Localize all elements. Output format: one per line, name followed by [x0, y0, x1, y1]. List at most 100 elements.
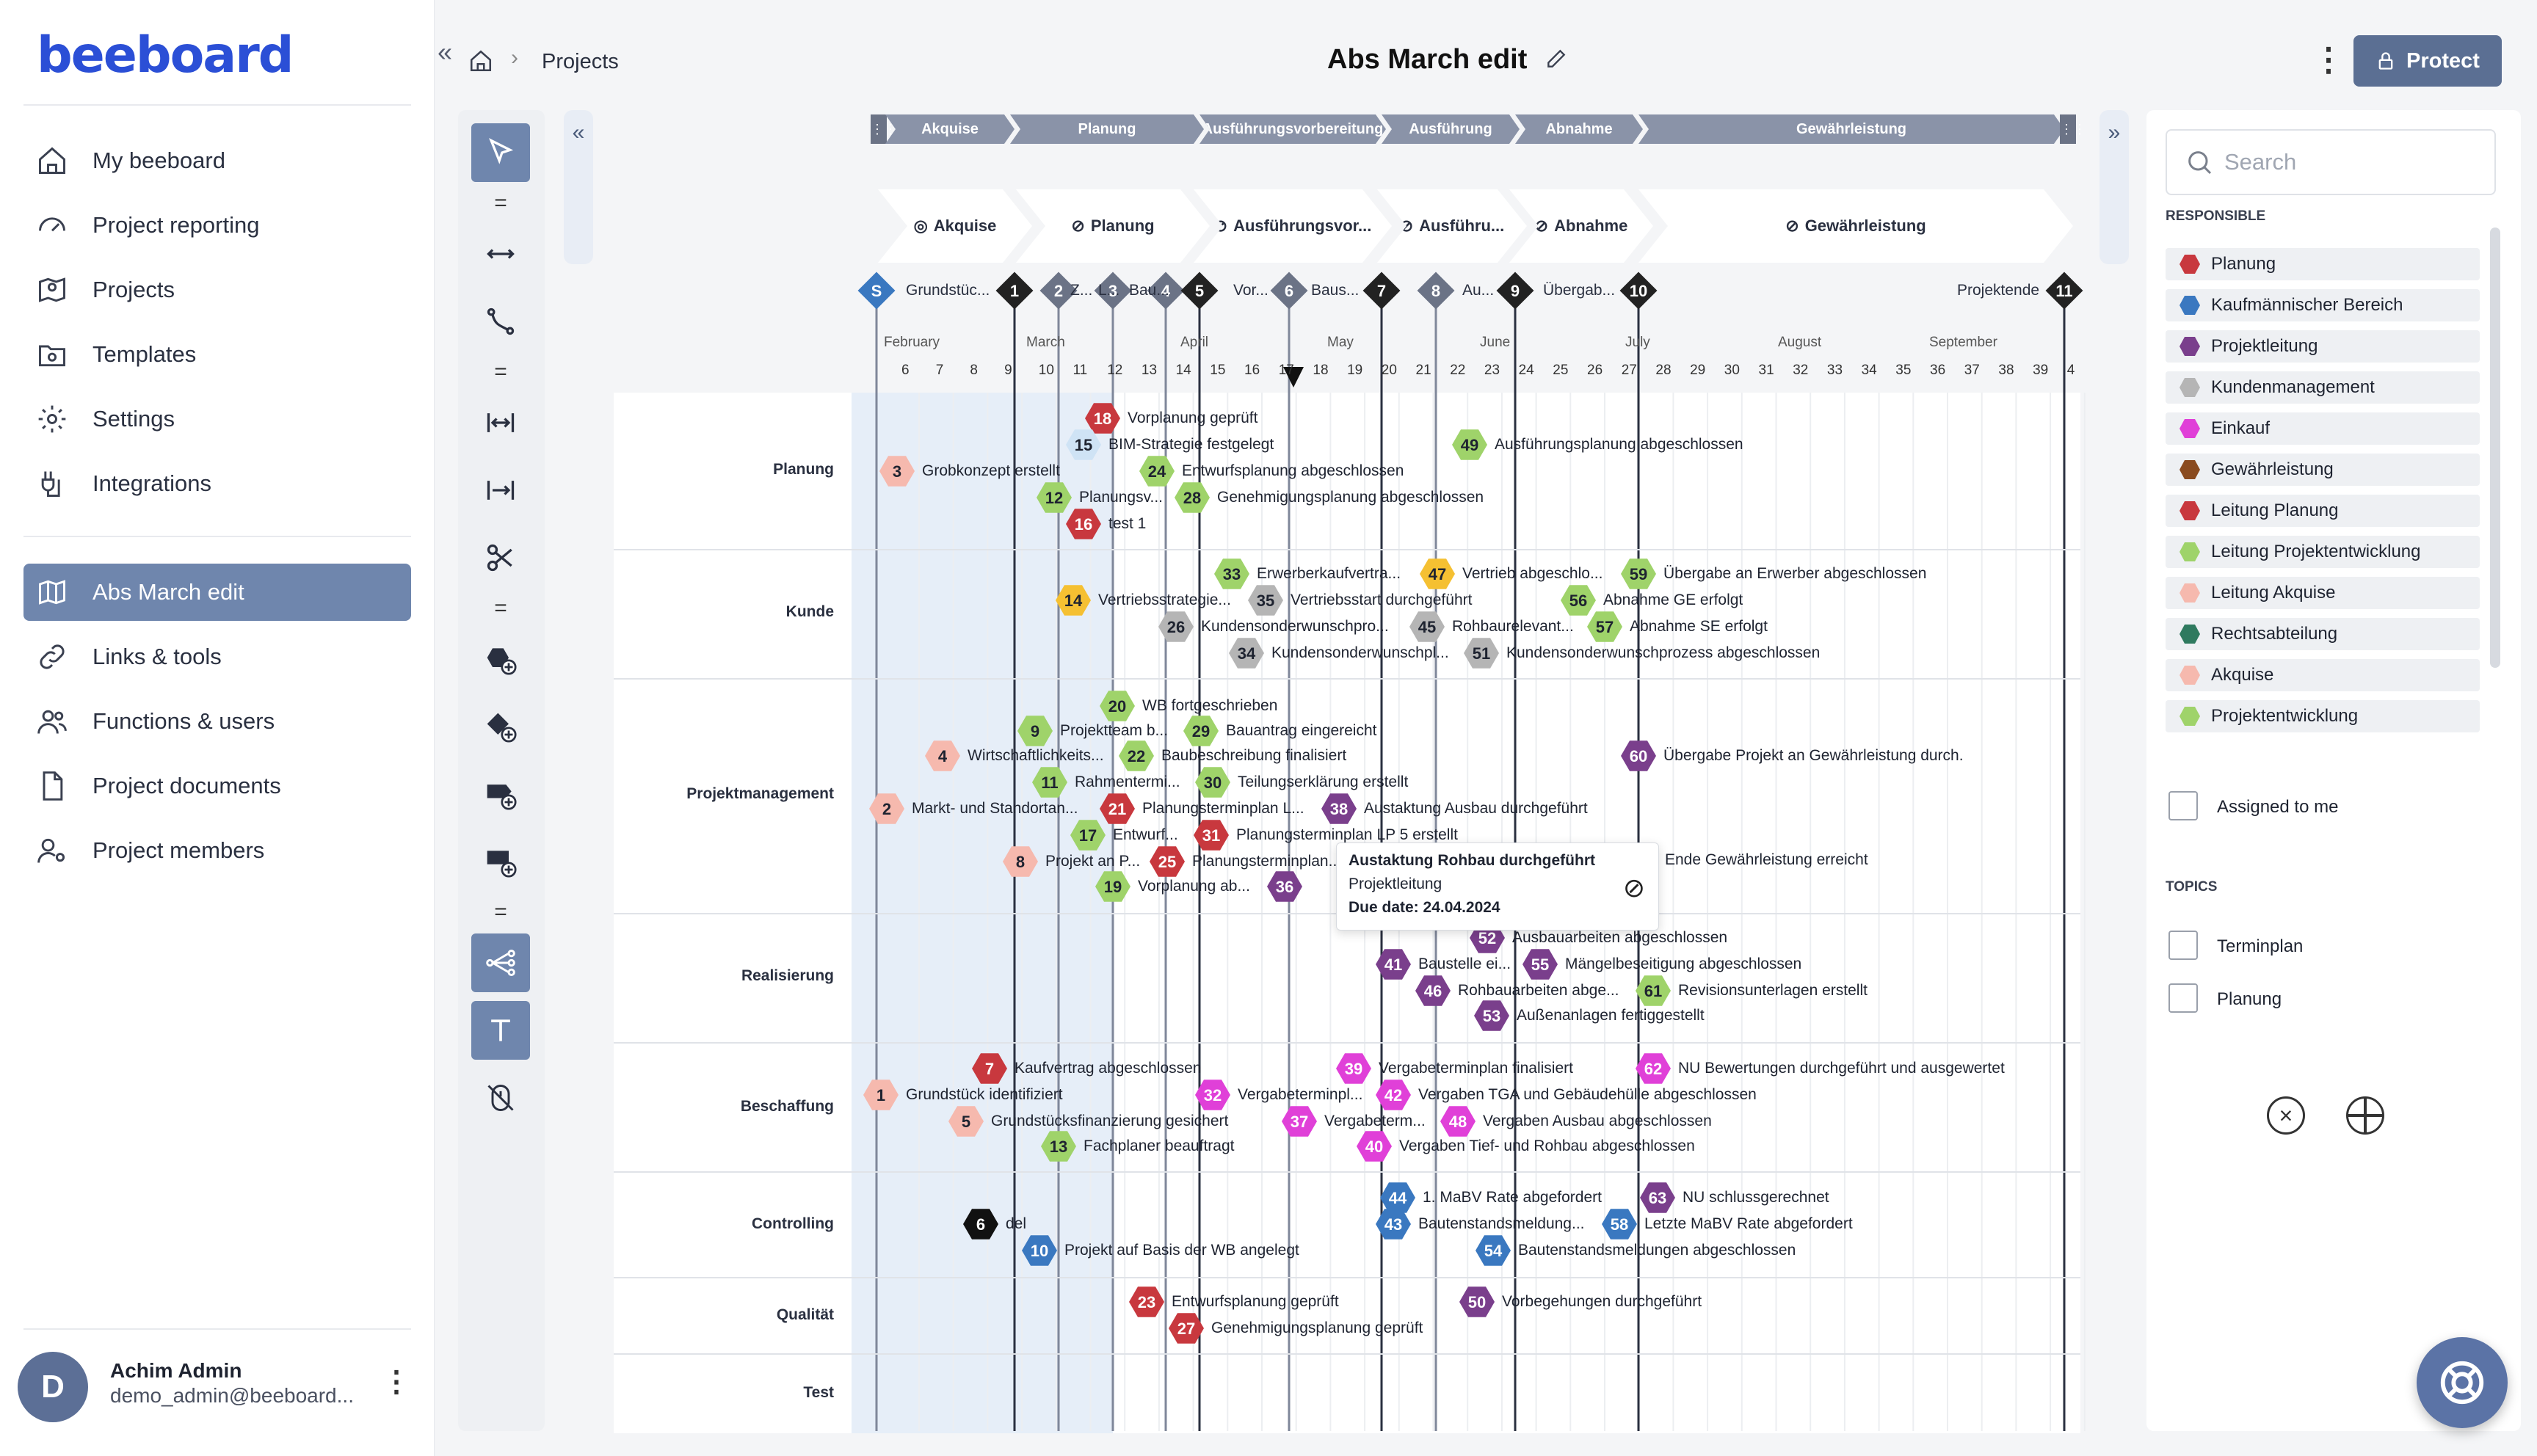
task-label[interactable]: Bautenstandsmeldungen abgeschlossen: [1518, 1242, 1796, 1259]
task-label[interactable]: BIM-Strategie festgelegt: [1108, 436, 1274, 454]
task-label[interactable]: test 1: [1108, 515, 1146, 533]
responsible-item[interactable]: Einkauf: [2166, 412, 2480, 445]
task-label[interactable]: WB fortgeschrieben: [1142, 697, 1277, 715]
task-label[interactable]: Genehmigungsplanung abgeschlossen: [1217, 489, 1484, 506]
week-label: 13: [1141, 363, 1158, 378]
week-label: 10: [1038, 363, 1054, 378]
task-label[interactable]: Kundensonderwunschpro...: [1201, 618, 1389, 636]
task-label[interactable]: Letzte MaBV Rate abgefordert: [1644, 1215, 1853, 1233]
task-label[interactable]: Vorplanung geprüft: [1128, 410, 1257, 427]
task-label[interactable]: Grundstück identifiziert: [906, 1086, 1063, 1104]
task-number: 20: [1108, 697, 1126, 716]
responsible-item[interactable]: Rechtsabteilung: [2166, 618, 2480, 650]
task-label[interactable]: Austaktung Ausbau durchgeführt: [1364, 800, 1588, 818]
task-label[interactable]: Wirtschaftlichkeits...: [968, 747, 1104, 765]
assigned-to-me-checkbox[interactable]: [2168, 791, 2198, 820]
task-label[interactable]: Vertriebsstart durchgeführt: [1291, 592, 1472, 609]
topic-checkbox-terminplan[interactable]: [2168, 931, 2198, 960]
responsible-item[interactable]: Leitung Akquise: [2166, 577, 2480, 609]
row-label-beschaffung: Beschaffung: [740, 1098, 834, 1115]
task-label[interactable]: Planungsv...: [1079, 489, 1163, 506]
task-label[interactable]: del: [1006, 1215, 1026, 1233]
task-label[interactable]: Teilungserklärung erstellt: [1238, 774, 1408, 791]
task-label[interactable]: Genehmigungsplanung geprüft: [1211, 1320, 1423, 1337]
responsible-item[interactable]: Leitung Projektentwicklung: [2166, 536, 2480, 568]
task-label[interactable]: Vergabeterminpl...: [1238, 1086, 1362, 1104]
task-number: 2: [882, 800, 891, 818]
milestone-label: Au...: [1462, 282, 1495, 299]
task-label[interactable]: Vertriebsstrategie...: [1098, 592, 1231, 609]
responsible-item[interactable]: Projektentwicklung: [2166, 700, 2480, 732]
task-label[interactable]: Kundensonderwunschpl...: [1271, 644, 1449, 662]
task-label[interactable]: NU schlussgerechnet: [1683, 1189, 1829, 1206]
search-input[interactable]: Search: [2166, 129, 2496, 195]
task-label[interactable]: Bauantrag eingereicht: [1226, 722, 1376, 740]
task-label[interactable]: Vergabeterminplan finalisiert: [1379, 1060, 1573, 1077]
task-label[interactable]: Projekt an P...: [1045, 853, 1140, 870]
task-label[interactable]: Planungsterminplan...: [1192, 853, 1341, 870]
task-number: 42: [1384, 1086, 1402, 1104]
clear-filter-icon[interactable]: ×: [2267, 1096, 2305, 1135]
task-label[interactable]: Außenanlagen fertiggestellt: [1517, 1007, 1705, 1024]
panel-scrollbar[interactable]: [2490, 228, 2500, 668]
responsible-item[interactable]: Akquise: [2166, 659, 2480, 691]
focus-icon[interactable]: [2346, 1096, 2384, 1135]
task-label[interactable]: Erwerberkaufvertra...: [1257, 565, 1401, 583]
row-label-qualitaet: Qualität: [776, 1306, 834, 1323]
task-label[interactable]: Entwurf...: [1113, 826, 1178, 844]
task-label[interactable]: Rohbaurelevant...: [1452, 618, 1574, 636]
responsible-item[interactable]: Kaufmännischer Bereich: [2166, 289, 2480, 321]
task-label[interactable]: 1. MaBV Rate abgefordert: [1423, 1189, 1602, 1206]
week-label: 20: [1381, 363, 1397, 378]
task-label[interactable]: Projektteam b...: [1060, 722, 1168, 740]
task-label[interactable]: Ausführungsplanung abgeschlossen: [1495, 436, 1743, 454]
task-label[interactable]: Markt- und Standortan...: [912, 800, 1078, 818]
responsible-item[interactable]: Leitung Planung: [2166, 495, 2480, 527]
task-label[interactable]: Rohbauarbeiten abge...: [1458, 982, 1619, 1000]
task-label[interactable]: Abnahme SE erfolgt: [1630, 618, 1768, 636]
month-label: September: [1929, 335, 1997, 350]
hexagon-icon: [2180, 707, 2200, 726]
task-label[interactable]: Planungsterminplan LP 5 erstellt: [1236, 826, 1458, 844]
topic-checkbox-planung[interactable]: [2168, 983, 2198, 1013]
task-label[interactable]: Grundstücksfinanzierung gesichert: [991, 1113, 1228, 1130]
responsible-item[interactable]: Kundenmanagement: [2166, 371, 2480, 404]
task-label[interactable]: Grobkonzept erstellt: [922, 462, 1060, 480]
task-label[interactable]: Baustelle ei...: [1418, 956, 1511, 973]
task-label[interactable]: Vergaben Tief- und Rohbau abgeschlossen: [1399, 1138, 1695, 1155]
task-label[interactable]: Ausbauarbeiten abgeschlossen: [1512, 929, 1727, 947]
task-label[interactable]: Vergaben Ausbau abgeschlossen: [1483, 1113, 1712, 1130]
task-number: 19: [1104, 878, 1122, 896]
help-button[interactable]: [2417, 1337, 2508, 1428]
task-label[interactable]: Entwurfsplanung geprüft: [1172, 1293, 1339, 1311]
responsible-item[interactable]: Gewährleistung: [2166, 454, 2480, 486]
task-label[interactable]: Kaufvertrag abgeschlossen: [1015, 1060, 1202, 1077]
task-label[interactable]: Fachplaner beauftragt: [1084, 1138, 1234, 1155]
task-label[interactable]: NU Bewertungen durchgeführt und ausgewer…: [1678, 1060, 2005, 1077]
week-label: 18: [1313, 363, 1329, 378]
task-label[interactable]: Mängelbeseitigung abgeschlossen: [1565, 956, 1801, 973]
task-label[interactable]: Entwurfsplanung abgeschlossen: [1182, 462, 1404, 480]
task-label[interactable]: Vorbegehungen durchgeführt: [1502, 1293, 1702, 1311]
task-label[interactable]: Vorplanung ab...: [1138, 878, 1250, 895]
responsible-item[interactable]: Projektleitung: [2166, 330, 2480, 363]
search-placeholder: Search: [2224, 149, 2297, 175]
task-label[interactable]: Bautenstandsmeldung...: [1418, 1215, 1585, 1233]
task-label[interactable]: Übergabe an Erwerber abgeschlossen: [1663, 565, 1926, 583]
milestone-label: Vor...: [1233, 282, 1268, 299]
task-label[interactable]: Projekt auf Basis der WB angelegt: [1064, 1242, 1299, 1259]
week-label: 36: [1930, 363, 1946, 378]
task-label[interactable]: Vertrieb abgeschlo...: [1462, 565, 1603, 583]
blocked-icon[interactable]: ⊘: [1623, 873, 1645, 903]
task-label[interactable]: Übergabe Projekt an Gewährleistung durch…: [1663, 747, 1964, 765]
task-label[interactable]: Kundensonderwunschprozess abgeschlossen: [1506, 644, 1820, 662]
task-label[interactable]: Rahmentermi...: [1075, 774, 1180, 791]
task-label[interactable]: Abnahme GE erfolgt: [1603, 592, 1743, 609]
task-number: 45: [1418, 618, 1436, 636]
responsible-item[interactable]: Planung: [2166, 248, 2480, 280]
task-label[interactable]: Vergaben TGA und Gebäudehülle abgeschlos…: [1418, 1086, 1757, 1104]
task-label[interactable]: Vergabeterm...: [1324, 1113, 1426, 1130]
task-label[interactable]: Revisionsunterlagen erstellt: [1678, 982, 1868, 1000]
task-label[interactable]: Baubeschreibung finalisiert: [1161, 747, 1346, 765]
task-label[interactable]: Planungsterminplan L...: [1142, 800, 1304, 818]
